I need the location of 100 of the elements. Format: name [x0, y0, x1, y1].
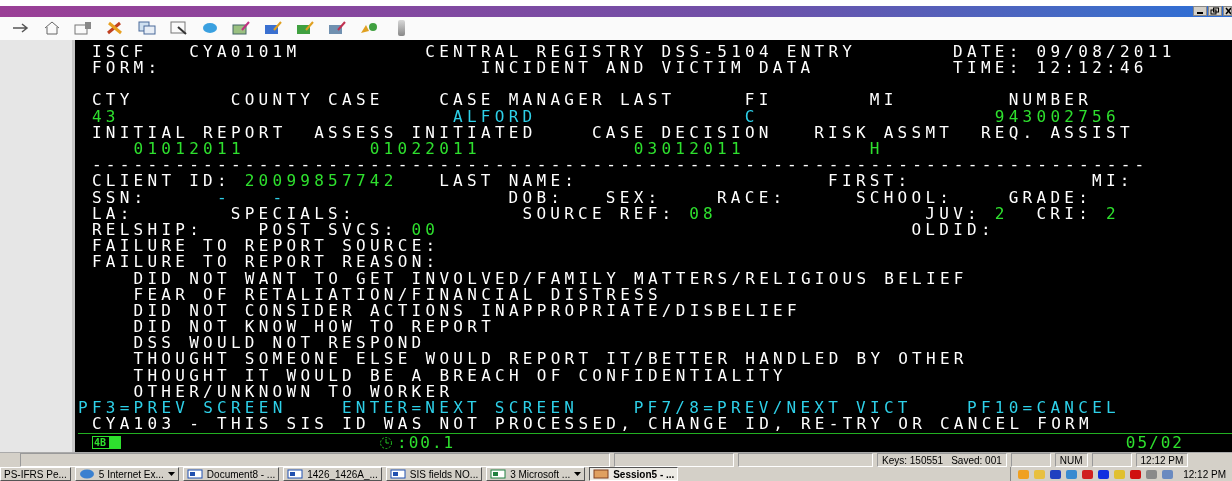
field-label: SCHOOL: — [855, 189, 954, 206]
cursor-position: 05/02 — [1125, 433, 1184, 453]
field-label: TIME: 12:12:46 — [953, 60, 1148, 77]
caret-icon — [574, 472, 582, 476]
clock-icon — [379, 435, 394, 450]
field-label: RACE: — [716, 189, 787, 206]
tray-icon[interactable] — [1161, 468, 1175, 480]
field-label: CASE DECISION — [591, 124, 773, 142]
field-label: FAILURE TO REPORT REASON: — [91, 254, 440, 271]
spreadsheet-icon — [490, 469, 507, 479]
edit-icon[interactable] — [296, 21, 314, 36]
field-label: JUV: — [925, 205, 981, 222]
field-label: THOUGHT IT WOULD BE A BREACH OF CONFIDENTIALITY — [133, 367, 787, 384]
keys-count: Keys: 150551 — [882, 454, 944, 466]
copy-icon[interactable] — [138, 21, 156, 36]
tray-icon[interactable] — [1129, 468, 1143, 480]
field-value: 43 — [91, 108, 120, 125]
document-icon — [186, 469, 203, 479]
minimize-button[interactable] — [1193, 6, 1207, 17]
field-label: SSN: — [91, 189, 148, 206]
field-label: SPECIALS: — [230, 205, 356, 222]
field-label: SOURCE REF: — [522, 205, 676, 222]
field-value: 08 — [689, 205, 717, 222]
field-label: POST SVCS: — [258, 222, 398, 239]
taskbar-button[interactable]: 3 Microsoft ... — [486, 467, 586, 481]
function-key-hint: ENTER=NEXT SCREEN — [341, 400, 579, 417]
field-label: DATE: 09/08/2011 — [953, 43, 1176, 61]
taskbar-button[interactable]: Session5 - ... — [589, 467, 679, 481]
field-label: OLDID: — [911, 222, 995, 239]
field-label: CASE MANAGER LAST — [439, 92, 676, 109]
field-value: - — [216, 189, 231, 206]
response-timer: :00.1 — [397, 433, 456, 453]
field-value: 2 — [994, 205, 1009, 222]
function-key-hint: PF7/8=PREV/NEXT VICT — [633, 400, 912, 417]
document-icon — [287, 469, 304, 479]
ellipse-icon[interactable] — [202, 22, 218, 35]
tray-icon[interactable] — [1065, 468, 1079, 480]
session-indicator: 4B — [92, 436, 122, 450]
tray-icon[interactable] — [1097, 468, 1111, 480]
field-label: LAST NAME: — [439, 173, 579, 190]
field-label: INCIDENT AND VICTIM DATA — [480, 60, 815, 77]
field-label: ASSESS INITIATED — [314, 124, 537, 142]
taskbar-button[interactable]: SIS fields NO... — [385, 467, 483, 481]
field-label: CRI: — [1036, 205, 1092, 222]
home-icon[interactable] — [44, 21, 60, 36]
tray-icon[interactable] — [1049, 468, 1063, 480]
field-label: CENTRAL REGISTRY DSS-5104 ENTRY — [425, 43, 856, 61]
field-label: CYA0101M — [189, 43, 301, 61]
arrow-icon[interactable] — [12, 22, 30, 35]
field-label: THOUGHT SOMEONE ELSE WOULD REPORT IT/BETTER HANDLED BY OTHER — [133, 351, 967, 368]
field-label: DID NOT CONSIDER ACTIONS INAPPROPRIATE/DISBELIEF — [133, 302, 801, 320]
field-label: COUNTY CASE — [230, 92, 384, 109]
edit-icon[interactable] — [328, 21, 346, 36]
field-label: DOB: — [508, 189, 565, 206]
field-value: C — [744, 108, 759, 125]
num-lock-indicator: NUM — [1054, 453, 1088, 468]
taskbar-button[interactable]: PS-IFRS Pe... — [0, 467, 71, 481]
status-panel — [1010, 453, 1051, 468]
toolbar-dropdown[interactable] — [398, 20, 405, 37]
field-label: FIRST: — [828, 173, 912, 190]
status-time: 12:12 PM — [1135, 453, 1189, 468]
field-label: FAILURE TO REPORT SOURCE: — [91, 238, 440, 255]
dashed-separator: ---------------------------------------------------------------------------- — [91, 157, 1148, 174]
field-label: NUMBER — [1008, 92, 1092, 109]
document-icon — [389, 469, 406, 479]
field-label: INITIAL REPORT — [91, 124, 287, 142]
field-value: H — [869, 141, 884, 158]
taskbar-button[interactable]: 5 Internet Ex... — [74, 467, 179, 481]
field-label: CLIENT ID: — [91, 173, 231, 190]
field-value: 01022011 — [369, 141, 481, 158]
edit-icon[interactable] — [232, 21, 250, 36]
status-message: CYA103 - THIS SIS ID WAS NOT PROCESSED, CHANGE ID, RE-TRY OR CANCEL FORM — [91, 416, 1092, 433]
field-label: MI — [869, 92, 898, 109]
close-button[interactable] — [1223, 6, 1232, 17]
field-value: 00 — [411, 222, 440, 239]
taskbar-button[interactable]: Document8 - ... — [182, 467, 280, 481]
field-value: ALFORD — [453, 108, 537, 125]
field-label: RISK ASSMT — [814, 124, 954, 142]
field-value: 03012011 — [633, 141, 745, 158]
caret-icon — [167, 472, 175, 476]
field-label: MI: — [1092, 173, 1134, 190]
field-value: 20099857742 — [244, 173, 398, 190]
restore-button[interactable] — [1208, 6, 1222, 17]
function-key-hint: PF10=CANCEL — [967, 400, 1120, 417]
field-label: FI — [744, 92, 773, 109]
field-label: SEX: — [605, 189, 662, 206]
field-value: 01012011 — [133, 141, 245, 158]
field-label: ISCF — [91, 43, 148, 61]
field-label: DSS WOULD NOT RESPOND — [133, 335, 426, 352]
field-label: REQ. ASSIST — [980, 124, 1134, 142]
tray-icon[interactable] — [1081, 468, 1095, 480]
taskbar-clock: 12:12 PM — [1183, 468, 1226, 480]
field-label: FEAR OF RETALIATION/FINANCIAL DISTRESS — [133, 286, 662, 303]
close-icon — [1224, 7, 1231, 16]
field-label: CTY — [91, 92, 134, 109]
field-label: LA: — [91, 205, 134, 222]
field-value: 943002756 — [994, 108, 1120, 125]
field-value: - — [272, 189, 287, 206]
taskbar-button[interactable]: 1426_1426A_... — [283, 467, 382, 481]
edit-icon[interactable] — [264, 21, 282, 36]
